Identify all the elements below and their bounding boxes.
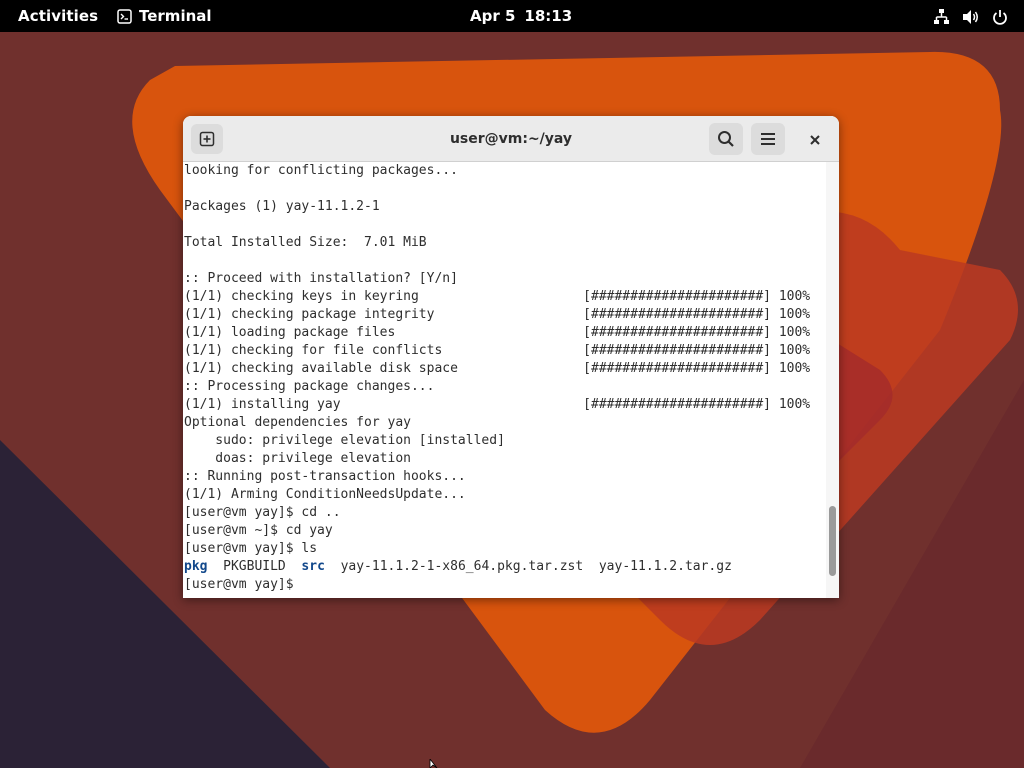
ls-entry-file: yay-11.1.2-1-x86_64.pkg.tar.zst <box>340 559 584 574</box>
terminal-line: Packages (1) yay-11.1.2-1 <box>184 199 380 214</box>
new-tab-button[interactable] <box>191 124 223 154</box>
terminal-line: :: Proceed with installation? [Y/n] <box>184 271 458 286</box>
hamburger-menu-icon <box>761 133 775 145</box>
terminal-line: :: Running post-transaction hooks... <box>184 469 466 484</box>
search-icon <box>718 131 734 147</box>
terminal-window[interactable]: user@vm:~/yay looking for conflicting pa… <box>183 116 839 598</box>
ls-entry-file: yay-11.1.2.tar.gz <box>598 559 732 574</box>
volume-icon <box>963 9 978 24</box>
top-bar: Activities Terminal Apr 5 18:13 <box>0 0 1024 32</box>
scrollbar-thumb[interactable] <box>829 506 836 576</box>
ls-entry-directory: src <box>301 559 325 574</box>
terminal-line: [user@vm yay]$ ls <box>184 541 318 556</box>
terminal-line: (1/1) loading package files [###########… <box>184 325 811 340</box>
terminal-line: doas: privilege elevation <box>184 451 411 466</box>
system-status-area[interactable] <box>933 8 1008 25</box>
terminal-line: sudo: privilege elevation [installed] <box>184 433 505 448</box>
terminal-line: (1/1) Arming ConditionNeedsUpdate... <box>184 487 466 502</box>
terminal-icon <box>117 8 132 24</box>
terminal-line: (1/1) checking available disk space [###… <box>184 361 811 376</box>
scrollbar[interactable] <box>826 162 839 598</box>
terminal-line: Optional dependencies for yay <box>184 415 411 430</box>
clock-date: Apr 5 <box>470 7 516 25</box>
terminal-prompt[interactable]: [user@vm yay]$ <box>184 576 824 594</box>
main-menu-button[interactable] <box>751 123 785 155</box>
search-button[interactable] <box>709 123 743 155</box>
terminal-line: (1/1) checking keys in keyring [########… <box>184 289 811 304</box>
terminal-line: [user@vm yay]$ cd .. <box>184 505 341 520</box>
network-wired-icon <box>934 9 949 24</box>
app-menu-label: Terminal <box>139 7 212 25</box>
ls-entry-directory: pkg <box>184 559 208 574</box>
terminal-line: Total Installed Size: 7.01 MiB <box>184 235 427 250</box>
ls-entry-file: PKGBUILD <box>223 559 286 574</box>
terminal-line-ls-output: pkg PKGBUILD src yay-11.1.2-1-x86_64.pkg… <box>184 558 824 576</box>
terminal-line: [user@vm ~]$ cd yay <box>184 523 333 538</box>
terminal-line: looking for conflicting packages... <box>184 163 458 178</box>
terminal-line: (1/1) installing yay [##################… <box>184 397 811 412</box>
window-headerbar[interactable]: user@vm:~/yay <box>183 116 839 162</box>
activities-button[interactable]: Activities <box>18 7 98 25</box>
clock[interactable]: Apr 5 18:13 <box>470 7 572 25</box>
app-menu-terminal[interactable]: Terminal <box>117 7 212 25</box>
terminal-line: (1/1) checking for file conflicts [#####… <box>184 343 811 358</box>
terminal-output[interactable]: looking for conflicting packages... Packa… <box>183 162 839 598</box>
new-tab-icon <box>199 131 215 147</box>
terminal-line: :: Processing package changes... <box>184 379 435 394</box>
close-icon <box>810 135 820 145</box>
terminal-text: looking for conflicting packages... Packa… <box>184 162 824 594</box>
clock-time: 18:13 <box>524 7 573 25</box>
power-icon <box>993 9 1007 25</box>
terminal-line: (1/1) checking package integrity [######… <box>184 307 811 322</box>
mouse-pointer-icon <box>429 759 438 768</box>
close-button[interactable] <box>803 128 827 152</box>
